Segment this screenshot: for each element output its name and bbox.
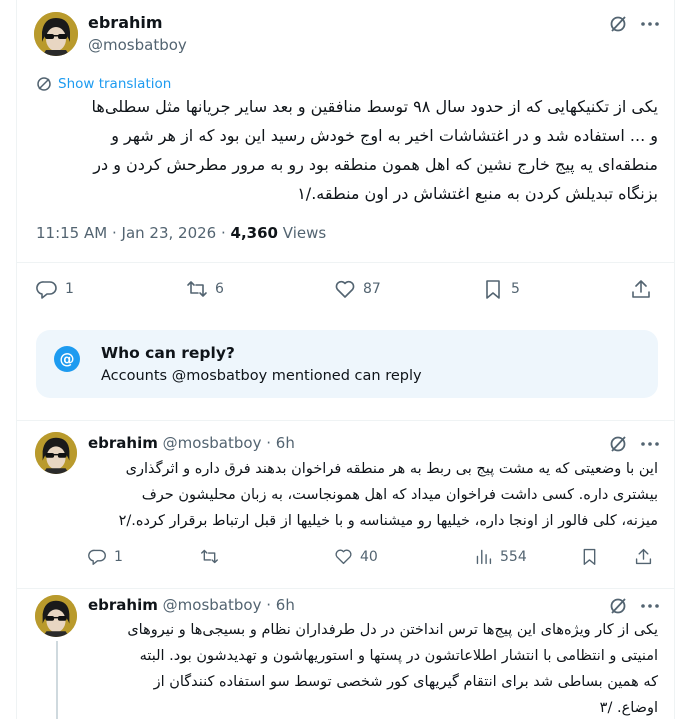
reply-text-line: میزنه، کلی فالور از اونجا داره، خیلیها ر… [118,513,658,529]
tweet-text-line: و ... استفاده شد و در اغتشاشات اخیر به ا… [111,126,658,145]
repost-icon [187,281,207,297]
like-button[interactable]: 40 [334,547,378,566]
reply-header: ebrahim @mosbatboy · 6h [88,434,295,452]
grok-icon[interactable] [608,596,628,616]
reply-actions: 1 40 554 [88,547,658,569]
tweet-actions: 1 6 87 5 [36,278,656,306]
more-icon[interactable] [640,14,660,34]
at-icon: @ [54,346,80,372]
share-icon [635,548,652,565]
bookmark-icon [486,280,500,299]
reply-header: ebrahim @mosbatboy · 6h [88,596,295,614]
reply-text: یکی از کار ویژه‌های این پیج‌ها ترس انداخ… [88,617,658,719]
avatar-image [35,595,77,637]
reply-count: 1 [114,548,123,565]
handle[interactable]: @mosbatboy [88,36,187,54]
bookmark-button[interactable] [580,547,599,566]
avatar-image [35,432,77,474]
who-can-reply-subtitle: Accounts @mosbatboy mentioned can reply [101,368,422,384]
more-icon[interactable] [640,434,660,454]
bookmark-count: 5 [511,281,520,297]
display-name[interactable]: ebrahim [88,434,158,452]
like-count: 87 [363,281,381,297]
meta-separator: · [266,596,272,614]
meta-separator: · [266,434,272,452]
reply-text-line: این با وضعیتی که یه مشت پیج بی ربط به هر… [125,461,658,477]
avatar[interactable] [34,12,78,56]
avatar[interactable] [35,595,77,637]
divider [16,420,675,421]
reply-text-line: یکی از کار ویژه‌های این پیج‌ها ترس انداخ… [127,622,658,638]
tweet-date[interactable]: Jan 23, 2026 [122,224,217,242]
who-can-reply-title: Who can reply? [101,344,235,362]
divider [16,262,675,263]
views-count: 554 [500,548,527,565]
like-button[interactable]: 87 [334,278,381,300]
reply-icon [36,281,57,299]
share-icon [632,280,650,298]
repost-count: 6 [215,281,224,297]
grok-icon[interactable] [608,434,628,454]
share-button[interactable] [634,547,653,566]
reply-text-line: اوضاع. /۳ [599,700,658,716]
views-count: 4,360 [230,224,278,242]
handle[interactable]: @mosbatboy [163,596,262,614]
divider [16,588,675,589]
reply-icon [88,549,106,565]
heart-icon [335,280,355,298]
repost-button[interactable]: 6 [186,278,224,300]
bookmark-button[interactable]: 5 [482,278,520,300]
reply-age[interactable]: 6h [276,596,295,614]
who-can-reply-box: @ Who can reply? Accounts @mosbatboy men… [36,330,658,398]
tweet-text-line: بزنگاه تبدیلش کردن به منبع اغتشاش در اون… [297,184,658,203]
reply-age[interactable]: 6h [276,434,295,452]
repost-icon [201,549,218,564]
avatar-image [34,12,78,56]
like-count: 40 [360,548,378,565]
reply-text-line: امنیتی و انتظامی با انتشار اطلاعاتشون در… [139,648,658,664]
translate-icon [37,77,51,91]
bookmark-icon [583,548,596,565]
display-name[interactable]: ebrahim [88,596,158,614]
reply-button[interactable]: 1 [88,547,123,566]
more-icon[interactable] [640,596,660,616]
tweet-meta: 11:15 AM · Jan 23, 2026 · 4,360 Views [36,224,326,242]
tweet-text: یکی از تکنیکهایی که از حدود سال ۹۸ توسط … [36,92,658,208]
display-name[interactable]: ebrahim [88,13,163,32]
tweet-time[interactable]: 11:15 AM [36,224,107,242]
views-label: Views [282,224,327,242]
analytics-icon [476,549,492,565]
meta-separator: · [221,224,231,242]
heart-icon [335,549,352,565]
show-translation-label: Show translation [58,76,172,92]
tweet-text-line: منطقه‌ای یه پیج خارج نشین که اهل همون من… [93,155,658,174]
reply-button[interactable]: 1 [36,278,74,300]
reply-count: 1 [65,281,74,297]
reply-text-line: بیشتری داره. کسی داشت فراخوان میداد که ا… [141,487,658,503]
thread-line [56,641,58,719]
repost-button[interactable] [200,547,219,566]
tweet-text-line: یکی از تکنیکهایی که از حدود سال ۹۸ توسط … [91,97,658,116]
meta-separator: · [111,224,122,242]
views-button[interactable]: 554 [474,547,527,566]
show-translation-link[interactable]: Show translation [36,76,171,92]
avatar[interactable] [35,432,77,474]
reply-text: این با وضعیتی که یه مشت پیج بی ربط به هر… [88,456,658,534]
reply-text-line: که همین بساطی شد برای انتقام گیریهای کور… [153,674,658,690]
grok-icon[interactable] [608,14,628,34]
handle[interactable]: @mosbatboy [163,434,262,452]
share-button[interactable] [630,278,652,300]
